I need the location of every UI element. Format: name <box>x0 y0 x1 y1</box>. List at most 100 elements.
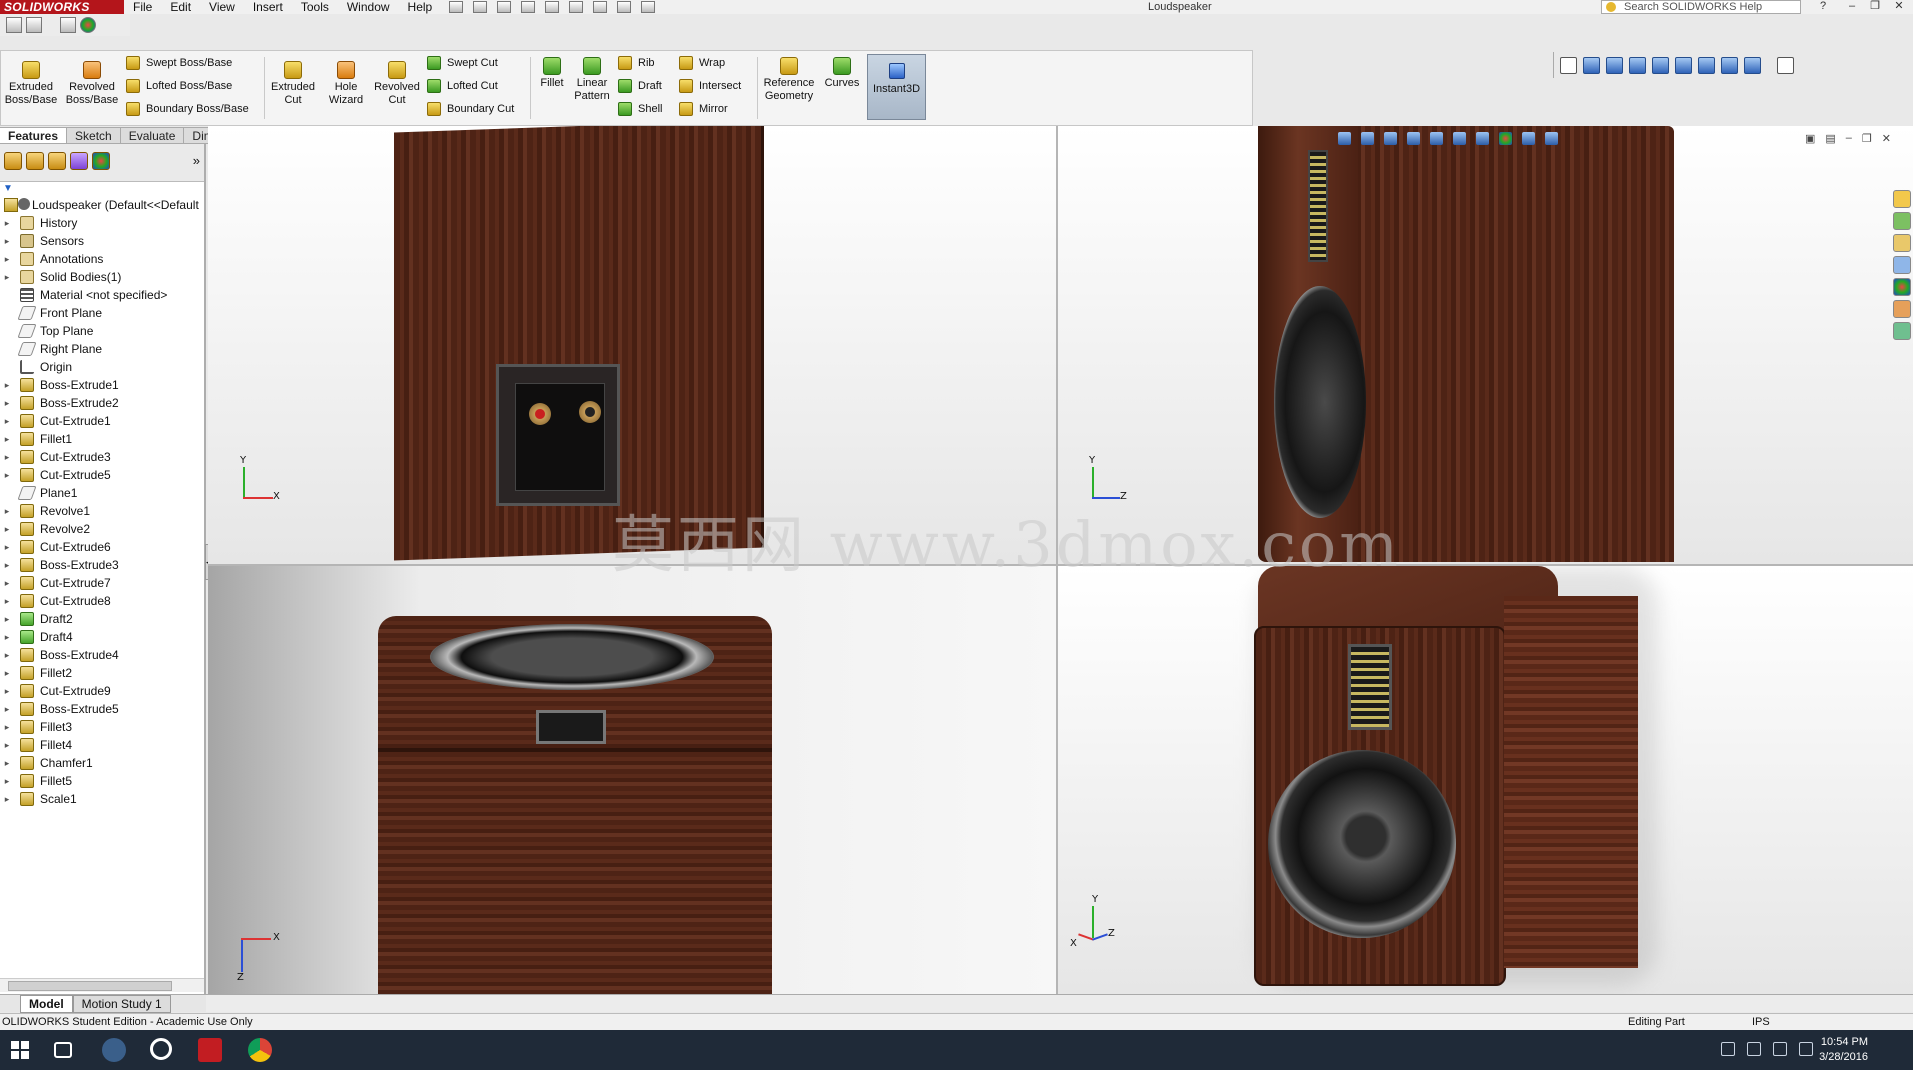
view-orientation-icon[interactable] <box>1430 132 1443 145</box>
scene-icon[interactable] <box>1522 132 1535 145</box>
tree-item[interactable]: Origin <box>0 358 204 376</box>
help-dropdown-icon[interactable]: ? <box>1814 0 1832 14</box>
tab-evaluate[interactable]: Evaluate <box>120 127 185 144</box>
normal-to-icon[interactable] <box>1560 56 1577 74</box>
expand-icon[interactable]: ▸ <box>2 610 12 628</box>
volume-icon[interactable] <box>1773 1042 1787 1056</box>
viewport-split-icon[interactable]: ▣ <box>1805 132 1815 145</box>
previous-view-icon[interactable] <box>1384 132 1397 145</box>
viewport-isometric[interactable]: Y X Z <box>1058 566 1913 994</box>
display-style-icon[interactable] <box>1453 132 1466 145</box>
front-view-icon[interactable] <box>1583 56 1600 74</box>
view-settings-icon[interactable] <box>1545 132 1558 145</box>
tree-root[interactable]: Loudspeaker (Default<<Default <box>0 196 204 214</box>
back-view-icon[interactable] <box>1606 56 1623 74</box>
draft-button[interactable]: Draft <box>618 79 662 93</box>
extruded-cut-button[interactable]: Extruded Cut <box>267 61 319 107</box>
expand-icon[interactable]: ▸ <box>2 214 12 232</box>
expand-icon[interactable]: ▸ <box>2 682 12 700</box>
tree-item[interactable]: ▸ Revolve1 <box>0 502 204 520</box>
tree-item[interactable]: ▸ Annotations <box>0 250 204 268</box>
menu-window[interactable]: Window <box>338 0 399 14</box>
expand-icon[interactable]: ▸ <box>2 736 12 754</box>
expand-icon[interactable]: ▸ <box>2 412 12 430</box>
file-properties-icon[interactable] <box>617 1 632 13</box>
expand-icon[interactable]: ▸ <box>2 232 12 250</box>
show-hidden-icons-icon[interactable] <box>1721 1042 1735 1056</box>
minimize-button[interactable]: – <box>1843 0 1861 14</box>
network-icon[interactable] <box>1747 1042 1761 1056</box>
expand-icon[interactable]: ▸ <box>2 646 12 664</box>
task-view-icon[interactable] <box>54 1042 72 1058</box>
viewport-horizontal-divider[interactable] <box>208 564 1913 566</box>
viewport-top[interactable]: X Z <box>208 566 1056 994</box>
tree-item[interactable]: ▸ Sensors <box>0 232 204 250</box>
expand-icon[interactable]: ▸ <box>2 754 12 772</box>
units-selector[interactable]: IPS <box>1752 1014 1770 1031</box>
tab-model[interactable]: Model <box>20 994 73 1013</box>
tree-item[interactable]: Right Plane <box>0 340 204 358</box>
appearance-icon[interactable] <box>80 17 96 33</box>
viewport-vertical-divider[interactable] <box>1056 126 1058 994</box>
zoom-area-icon[interactable] <box>1361 132 1374 145</box>
appearances-icon[interactable] <box>1892 278 1911 296</box>
revolved-boss-button[interactable]: Revolved Boss/Base <box>63 61 121 107</box>
bottom-view-icon[interactable] <box>1698 56 1715 74</box>
lofted-boss-button[interactable]: Lofted Boss/Base <box>126 79 232 93</box>
expand-icon[interactable]: ▸ <box>2 574 12 592</box>
tree-item[interactable]: ▸ History <box>0 214 204 232</box>
close-button[interactable]: ✕ <box>1890 0 1908 14</box>
display-manager-icon[interactable] <box>92 152 110 170</box>
expand-icon[interactable]: ▸ <box>2 700 12 718</box>
select-arrow-icon[interactable] <box>60 17 76 33</box>
boundary-boss-button[interactable]: Boundary Boss/Base <box>126 102 249 116</box>
fillet-button[interactable]: Fillet <box>534 57 570 90</box>
swept-boss-button[interactable]: Swept Boss/Base <box>126 56 232 70</box>
view-palette-icon[interactable] <box>1892 256 1911 274</box>
tree-item[interactable]: Plane1 <box>0 484 204 502</box>
intersect-button[interactable]: Intersect <box>679 79 741 93</box>
tree-item[interactable]: ▸ Cut-Extrude6 <box>0 538 204 556</box>
trimetric-view-icon[interactable] <box>1744 56 1761 74</box>
tree-item[interactable]: Top Plane <box>0 322 204 340</box>
isometric-view-icon[interactable] <box>1721 56 1738 74</box>
boundary-cut-button[interactable]: Boundary Cut <box>427 102 514 116</box>
tree-item[interactable]: Material <not specified> <box>0 286 204 304</box>
menu-file[interactable]: File <box>124 0 161 14</box>
tree-item[interactable]: ▸ Cut-Extrude3 <box>0 448 204 466</box>
viewport-restore-icon[interactable]: ❐ <box>1862 132 1872 145</box>
curves-button[interactable]: Curves <box>821 57 863 90</box>
search-input[interactable]: Search SOLIDWORKS Help <box>1601 0 1801 14</box>
custom-properties-icon[interactable] <box>1892 300 1911 318</box>
viewport-minimize-icon[interactable]: – <box>1846 132 1852 145</box>
welcome-icon[interactable] <box>6 17 22 33</box>
expand-icon[interactable]: ▸ <box>2 520 12 538</box>
tree-item[interactable]: ▸ Boss-Extrude2 <box>0 394 204 412</box>
options-icon[interactable] <box>641 1 656 13</box>
more-tabs-icon[interactable]: » <box>193 152 200 173</box>
right-view-icon[interactable] <box>1652 56 1669 74</box>
tree-display-icon[interactable] <box>26 17 42 33</box>
menu-tools[interactable]: Tools <box>292 0 338 14</box>
expand-icon[interactable]: ▸ <box>2 592 12 610</box>
tree-item[interactable]: ▸ Draft4 <box>0 628 204 646</box>
shell-button[interactable]: Shell <box>618 102 662 116</box>
tree-item[interactable]: ▸ Boss-Extrude1 <box>0 376 204 394</box>
tree-item[interactable]: ▸ Fillet3 <box>0 718 204 736</box>
expand-icon[interactable]: ▸ <box>2 376 12 394</box>
configuration-manager-icon[interactable] <box>48 152 66 170</box>
select-icon[interactable] <box>569 1 584 13</box>
solidworks-resources-icon[interactable] <box>1892 190 1911 208</box>
dimxpert-manager-icon[interactable] <box>70 152 88 170</box>
chrome-icon[interactable] <box>248 1038 272 1062</box>
hide-show-icon[interactable] <box>1476 132 1489 145</box>
extruded-boss-button[interactable]: Extruded Boss/Base <box>3 61 59 107</box>
reference-geometry-button[interactable]: Reference Geometry <box>759 57 819 103</box>
tree-item[interactable]: ▸ Cut-Extrude7 <box>0 574 204 592</box>
tree-item[interactable]: ▸ Boss-Extrude5 <box>0 700 204 718</box>
design-library-icon[interactable] <box>1892 212 1911 230</box>
expand-icon[interactable]: ▸ <box>2 448 12 466</box>
tree-item[interactable]: ▸ Cut-Extrude5 <box>0 466 204 484</box>
expand-icon[interactable]: ▸ <box>2 466 12 484</box>
tree-item[interactable]: ▸ Fillet5 <box>0 772 204 790</box>
